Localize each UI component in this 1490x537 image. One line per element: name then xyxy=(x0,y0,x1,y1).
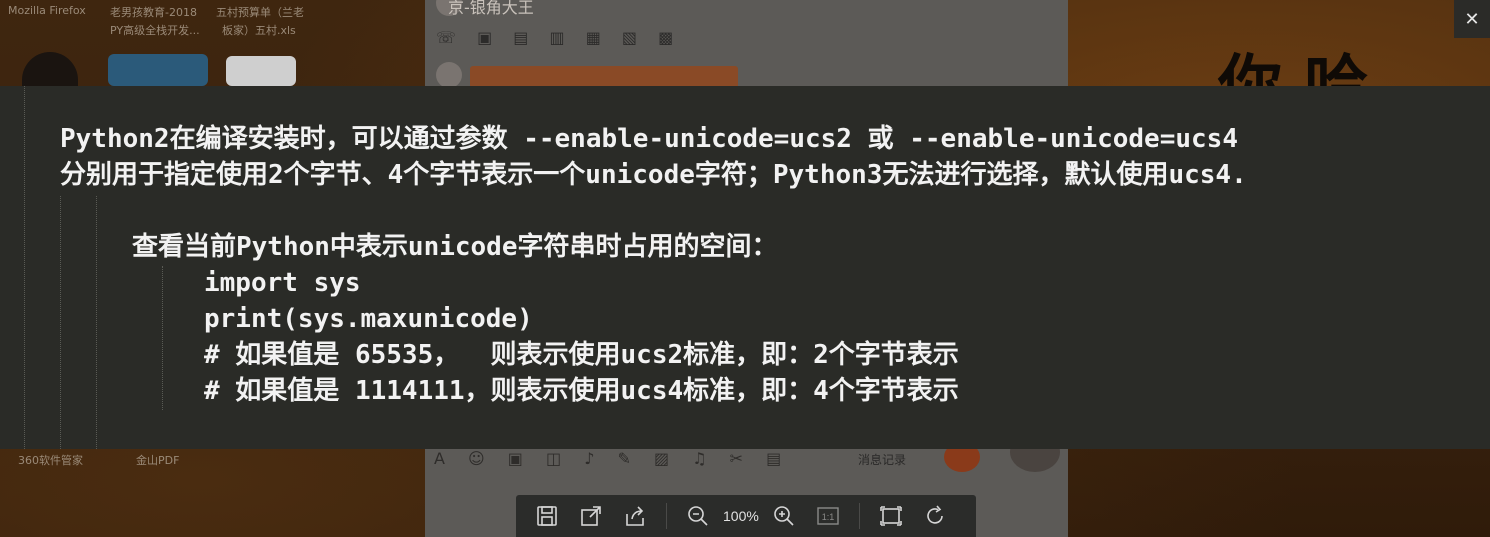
open-external-icon[interactable] xyxy=(578,503,604,529)
text-line-1: Python2在编译安装时，可以通过参数 --enable-unicode=uc… xyxy=(60,124,1238,154)
actual-size-icon[interactable]: 1:1 xyxy=(815,503,841,529)
code-line-2: print(sys.maxunicode) xyxy=(204,304,533,334)
zoom-out-icon[interactable] xyxy=(685,503,711,529)
svg-text:1:1: 1:1 xyxy=(822,512,835,522)
desktop-label-pdf: 金山PDF xyxy=(136,454,180,467)
image-viewer: Mozilla Firefox 老男孩教育-2018 PY高级全栈开发... 五… xyxy=(0,0,1490,537)
chat-title: 京-银角大王 xyxy=(448,0,534,17)
zoom-in-icon[interactable] xyxy=(771,503,797,529)
text-line-2: 分别用于指定使用2个字节、4个字节表示一个unicode字符；Python3无法… xyxy=(60,160,1247,190)
indent-guide xyxy=(162,266,163,410)
code-line-4: # 如果值是 1114111，则表示使用ucs4标准，即：4个字节表示 xyxy=(204,376,959,406)
toolbar-separator xyxy=(858,503,860,529)
desktop-label-xls: 板家）五村.xls xyxy=(222,24,296,37)
desktop-label-firefox: Mozilla Firefox xyxy=(8,4,86,17)
indent-guide xyxy=(24,86,25,449)
rotate-icon[interactable] xyxy=(922,503,948,529)
indent-guide xyxy=(60,196,61,449)
fit-window-icon[interactable] xyxy=(878,503,904,529)
desktop-label-360: 360软件管家 xyxy=(18,454,83,467)
indent-guide xyxy=(96,196,97,449)
save-icon[interactable] xyxy=(534,503,560,529)
desktop-label-py: PY高级全栈开发... xyxy=(110,24,200,37)
excel-file-icon xyxy=(226,56,296,86)
chat-input-toolbar-icons: A ☺ ▣ ◫ ♪ ✎ ▨ ♫ ✂ ▤ xyxy=(434,449,791,468)
close-button[interactable]: ✕ xyxy=(1454,0,1490,38)
desktop-label-oldboy: 老男孩教育-2018 xyxy=(110,6,197,19)
toolbar-separator xyxy=(666,503,667,529)
chat-message-bubble xyxy=(470,66,738,88)
chat-message-avatar xyxy=(436,62,462,88)
share-icon[interactable] xyxy=(622,503,648,529)
code-line-1: import sys xyxy=(204,268,361,298)
text-line-3: 查看当前Python中表示unicode字符串时占用的空间： xyxy=(132,232,778,262)
desktop-label-budget: 五村预算单（兰老 xyxy=(216,6,304,19)
code-line-3: # 如果值是 65535， 则表示使用ucs2标准，即：2个字节表示 xyxy=(204,340,959,370)
folder-icon xyxy=(108,54,208,86)
chat-history-link: 消息记录 xyxy=(858,453,907,467)
chat-toolbar-icons: ☏ ▣ ▤ ▥ ▦ ▧ ▩ xyxy=(436,28,682,47)
viewer-toolbar: 100% 1:1 xyxy=(516,495,976,537)
zoom-level: 100% xyxy=(723,508,759,524)
displayed-image: Python2在编译安装时，可以通过参数 --enable-unicode=uc… xyxy=(0,86,1490,449)
